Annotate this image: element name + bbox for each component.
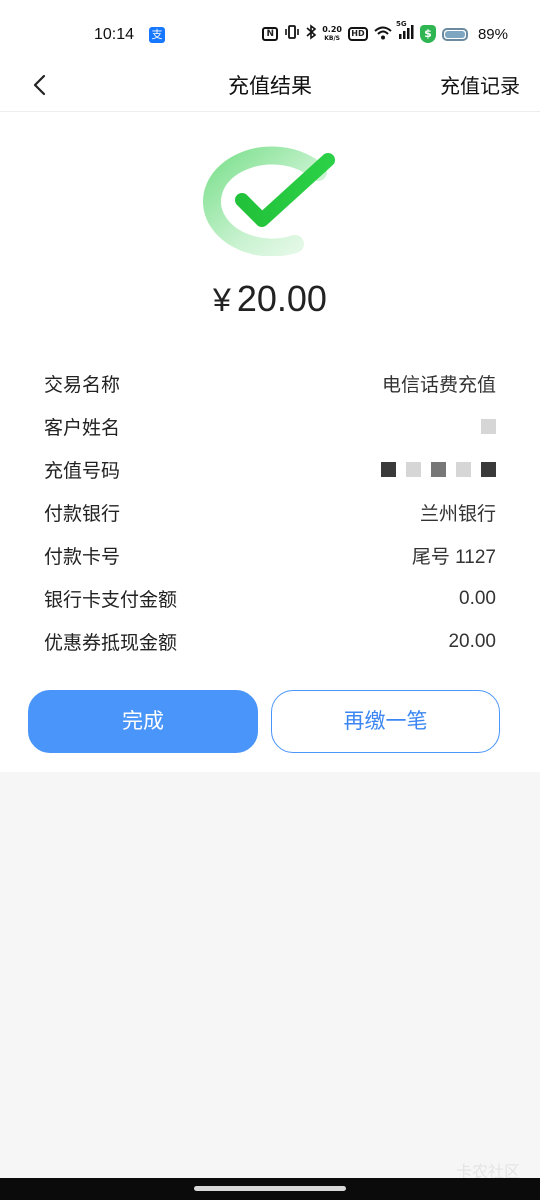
network-speed-value: 0.20 <box>322 24 342 34</box>
detail-value: 电信话费充值 <box>381 375 496 396</box>
detail-label: 充值号码 <box>44 460 121 482</box>
alipay-notification-icon: 支 <box>149 27 165 43</box>
wifi-icon <box>374 25 392 44</box>
payment-amount: ¥20.00 <box>0 278 540 320</box>
home-gesture-bar[interactable] <box>194 1186 346 1191</box>
recharge-history-link[interactable]: 充值记录 <box>440 70 520 99</box>
security-shield-icon: $ <box>419 25 436 43</box>
redaction-block <box>381 462 396 477</box>
detail-row-transaction-name: 交易名称 电信话费充值 <box>44 362 496 405</box>
status-bar: 10:14 支 N 0.20 KB/S HD 5G $ 89% <box>0 0 540 64</box>
network-speed: 0.20 KB/S <box>322 24 342 43</box>
bluetooth-icon <box>306 24 317 44</box>
pay-again-button[interactable]: 再缴一笔 <box>271 690 500 753</box>
masked-customer-name <box>481 419 496 434</box>
detail-label: 付款卡号 <box>44 546 121 568</box>
redaction-block <box>456 462 471 477</box>
done-button[interactable]: 完成 <box>28 690 258 753</box>
redaction-block <box>431 462 446 477</box>
masked-phone-number <box>381 462 496 477</box>
battery-percentage: 89% <box>477 25 508 43</box>
detail-label: 客户姓名 <box>44 417 121 439</box>
status-icons: N 0.20 KB/S HD 5G $ 89% <box>262 20 508 44</box>
detail-row-phone-number: 充值号码 <box>44 448 496 491</box>
transaction-details: 交易名称 电信话费充值 客户姓名 充值号码 付款银行 兰州银行 付款卡号 尾号 … <box>44 362 496 663</box>
detail-row-paying-bank: 付款银行 兰州银行 <box>44 491 496 534</box>
nfc-icon: N <box>262 27 279 41</box>
detail-label: 银行卡支付金额 <box>44 589 178 611</box>
detail-row-coupon-amount: 优惠券抵现金额 20.00 <box>44 620 496 663</box>
detail-value: 尾号 1127 <box>411 547 496 568</box>
success-check-icon <box>203 146 335 256</box>
result-card: ¥20.00 交易名称 电信话费充值 客户姓名 充值号码 付款银行 兰州银行 付… <box>0 112 540 772</box>
detail-row-card-number: 付款卡号 尾号 1127 <box>44 534 496 577</box>
redaction-block <box>406 462 421 477</box>
navigation-bar: 充值结果 充值记录 <box>0 64 540 112</box>
status-time: 10:14 <box>94 26 135 43</box>
currency-symbol: ¥ <box>213 282 231 318</box>
battery-icon <box>441 27 468 41</box>
detail-row-card-amount: 银行卡支付金额 0.00 <box>44 577 496 620</box>
redaction-block <box>481 462 496 477</box>
network-speed-unit: KB/S <box>324 34 340 42</box>
detail-value: 0.00 <box>459 587 496 609</box>
redaction-block <box>481 419 496 434</box>
network-type-label: 5G <box>395 20 407 28</box>
amount-value: 20.00 <box>236 278 327 319</box>
vibrate-icon <box>284 24 300 44</box>
detail-value: 20.00 <box>448 630 496 652</box>
detail-value: 兰州银行 <box>419 504 496 525</box>
detail-label: 优惠券抵现金额 <box>44 632 178 654</box>
hd-voice-icon: HD <box>347 27 368 41</box>
detail-row-customer-name: 客户姓名 <box>44 405 496 448</box>
detail-label: 付款银行 <box>44 503 121 525</box>
cellular-signal-icon: 5G <box>396 20 414 44</box>
detail-label: 交易名称 <box>44 374 121 396</box>
